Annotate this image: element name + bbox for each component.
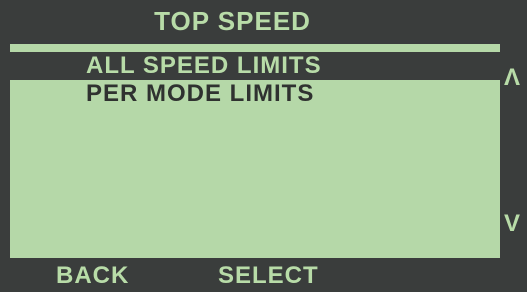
select-button[interactable]: SELECT <box>218 262 319 290</box>
menu-item-per-mode-limits[interactable]: PER MODE LIMITS <box>10 80 500 108</box>
softkey-bar: BACK SELECT <box>0 258 527 292</box>
menu-item-all-speed-limits[interactable]: ALL SPEED LIMITS <box>10 52 500 80</box>
menu-item-label: ALL SPEED LIMITS <box>86 52 322 79</box>
title-bar: TOP SPEED <box>0 0 527 42</box>
back-button[interactable]: BACK <box>56 262 129 290</box>
menu-item-label: PER MODE LIMITS <box>86 80 315 107</box>
lcd-screen: TOP SPEED ALL SPEED LIMITS PER MODE LIMI… <box>0 0 527 292</box>
scroll-up-icon[interactable]: Λ <box>501 64 523 92</box>
page-title: TOP SPEED <box>154 5 311 36</box>
menu-panel: ALL SPEED LIMITS PER MODE LIMITS <box>10 44 500 258</box>
scroll-down-icon[interactable]: V <box>501 210 523 238</box>
